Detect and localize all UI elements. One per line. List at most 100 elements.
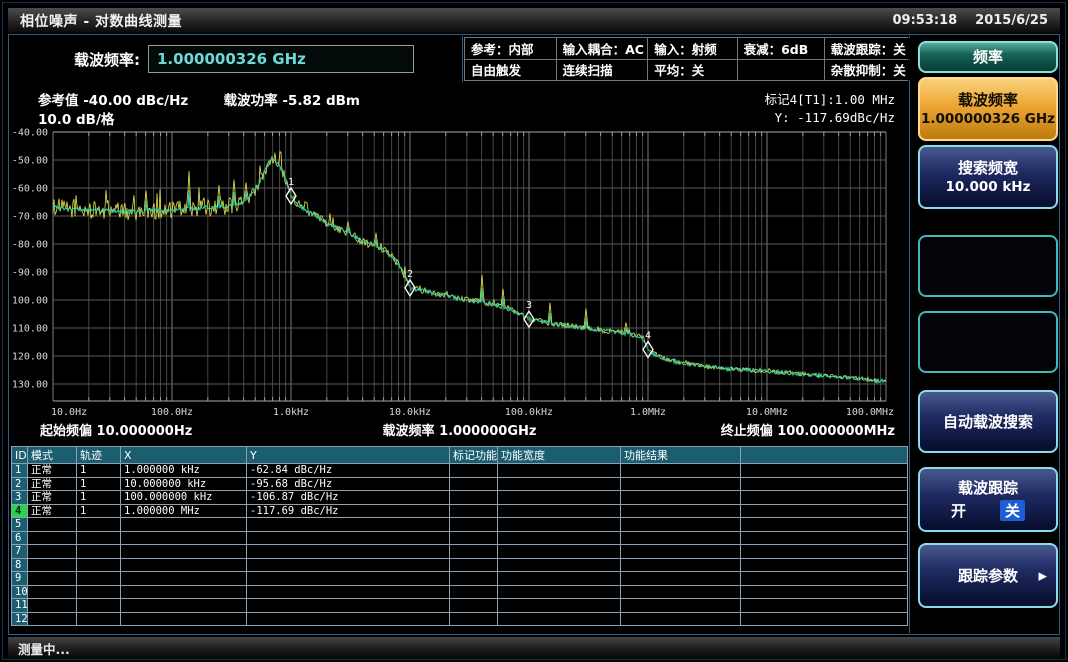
- marker-readout: 标记4[T1]:1.00 MHz Y: -117.69dBc/Hz: [765, 91, 895, 127]
- table-cell: [450, 545, 498, 559]
- carrier-frequency-input[interactable]: [148, 45, 414, 73]
- table-cell: [121, 585, 247, 599]
- table-row[interactable]: 2正常110.000000 kHz-95.68 dBc/Hz: [12, 477, 908, 491]
- svg-text:-80.00: -80.00: [12, 240, 48, 251]
- control-row: 载波频率: 参考：内部 输入耦合：AC 输入：射频 衰减：6dB 载波跟踪：关 …: [10, 36, 909, 83]
- table-cell: [77, 518, 121, 532]
- table-row[interactable]: 6: [12, 531, 908, 545]
- table-row-id: 5: [12, 518, 28, 532]
- softkey-label: 载波频率: [958, 90, 1018, 110]
- table-row-id: 9: [12, 572, 28, 586]
- table-cell: [28, 612, 77, 626]
- table-cell: [247, 558, 450, 572]
- svg-text:-60.00: -60.00: [12, 184, 48, 195]
- table-cell: -95.68 dBc/Hz: [247, 477, 450, 491]
- table-row[interactable]: 4正常11.000000 MHz-117.69 dBc/Hz: [12, 504, 908, 518]
- softkey-label: 跟踪参数: [958, 566, 1018, 586]
- table-row[interactable]: 5: [12, 518, 908, 532]
- table-cell: [621, 558, 741, 572]
- time-display: 09:53:18: [893, 13, 958, 28]
- tracking-on-option[interactable]: 开: [951, 500, 966, 521]
- table-cell: [621, 585, 741, 599]
- table-cell: [621, 545, 741, 559]
- chart-marker-4: [643, 342, 653, 358]
- table-cell: 正常: [28, 504, 77, 518]
- table-row[interactable]: 3正常1100.000000 kHz-106.87 dBc/Hz: [12, 491, 908, 505]
- svg-text:10.0MHz: 10.0MHz: [746, 407, 788, 418]
- table-row[interactable]: 8: [12, 558, 908, 572]
- table-cell: [121, 558, 247, 572]
- table-header-cell: Y: [247, 447, 450, 464]
- table-cell: [741, 477, 908, 491]
- table-row[interactable]: 11: [12, 599, 908, 613]
- svg-text:100.0MHz: 100.0MHz: [846, 407, 894, 418]
- table-cell: 1: [77, 477, 121, 491]
- table-cell: [498, 464, 621, 478]
- table-cell: [247, 531, 450, 545]
- softkey-blank-2[interactable]: [918, 311, 1058, 373]
- table-cell: [621, 504, 741, 518]
- softkey-auto-carrier-search[interactable]: 自动载波搜索: [918, 390, 1058, 453]
- table-row-id: 1: [12, 464, 28, 478]
- table-cell: [450, 558, 498, 572]
- table-cell: [450, 464, 498, 478]
- table-cell: [498, 558, 621, 572]
- marker-readout-y: Y: -117.69dBc/Hz: [765, 109, 895, 127]
- stop-offset: 终止频偏 100.000000MHz: [721, 420, 895, 439]
- table-cell: [741, 599, 908, 613]
- svg-text:-70.00: -70.00: [12, 212, 48, 223]
- page-title: 相位噪声 - 对数曲线测量: [20, 11, 182, 31]
- table-row[interactable]: 12: [12, 612, 908, 626]
- main-area: 载波频率: 参考：内部 输入耦合：AC 输入：射频 衰减：6dB 载波跟踪：关 …: [8, 34, 1060, 635]
- svg-text:-120.00: -120.00: [10, 352, 48, 363]
- table-cell: [450, 518, 498, 532]
- table-cell: 1: [77, 464, 121, 478]
- clock: 09:53:18 2015/6/25: [893, 13, 1049, 28]
- table-cell: [247, 585, 450, 599]
- tracking-off-option[interactable]: 关: [1000, 500, 1025, 521]
- table-cell: 正常: [28, 477, 77, 491]
- table-cell: [621, 464, 741, 478]
- table-row[interactable]: 1正常11.000000 kHz-62.84 dBc/Hz: [12, 464, 908, 478]
- table-cell: [741, 504, 908, 518]
- table-cell: [741, 531, 908, 545]
- svg-text:-110.00: -110.00: [10, 324, 48, 335]
- softkey-blank-1[interactable]: [918, 235, 1058, 297]
- svg-text:100.0kHz: 100.0kHz: [505, 407, 553, 418]
- chart-marker-2: [405, 280, 415, 296]
- table-cell: [450, 477, 498, 491]
- softkey-search-span[interactable]: 搜索频宽 10.000 kHz: [918, 145, 1058, 209]
- table-header-cell: 轨迹: [77, 447, 121, 464]
- svg-text:3: 3: [526, 300, 532, 311]
- table-cell: 100.000000 kHz: [121, 491, 247, 505]
- table-row[interactable]: 10: [12, 585, 908, 599]
- table-cell: [450, 585, 498, 599]
- table-cell: [741, 518, 908, 532]
- svg-text:100.0Hz: 100.0Hz: [151, 407, 193, 418]
- softkey-carrier-frequency[interactable]: 载波频率 1.000000326 GHz: [918, 77, 1058, 141]
- table-cell: 正常: [28, 464, 77, 478]
- table-cell: [28, 518, 77, 532]
- softkey-carrier-tracking[interactable]: 载波跟踪 开 关: [918, 467, 1058, 532]
- status-sweep: 连续扫描: [557, 60, 648, 81]
- carrier-frequency-panel: 载波频率:: [10, 36, 463, 82]
- table-cell: [741, 612, 908, 626]
- table-row[interactable]: 7: [12, 545, 908, 559]
- sidebar-menu-title-frequency[interactable]: 频率: [918, 41, 1058, 73]
- table-row[interactable]: 9: [12, 572, 908, 586]
- table-cell: [498, 491, 621, 505]
- status-input-coupling: 输入耦合：AC: [557, 38, 648, 59]
- submenu-arrow-icon: ▶: [1039, 569, 1047, 582]
- table-header-cell: 标记功能: [450, 447, 498, 464]
- table-cell: [77, 612, 121, 626]
- status-spur-suppression: 杂散抑制：关: [825, 60, 911, 81]
- table-cell: [498, 531, 621, 545]
- table-cell: [77, 531, 121, 545]
- status-bar: 测量中...: [8, 637, 1060, 659]
- softkey-value: 10.000 kHz: [946, 178, 1031, 197]
- table-cell: [498, 599, 621, 613]
- table-cell: [621, 491, 741, 505]
- table-cell: [498, 585, 621, 599]
- table-cell: [450, 491, 498, 505]
- softkey-tracking-params[interactable]: 跟踪参数 ▶: [918, 543, 1058, 608]
